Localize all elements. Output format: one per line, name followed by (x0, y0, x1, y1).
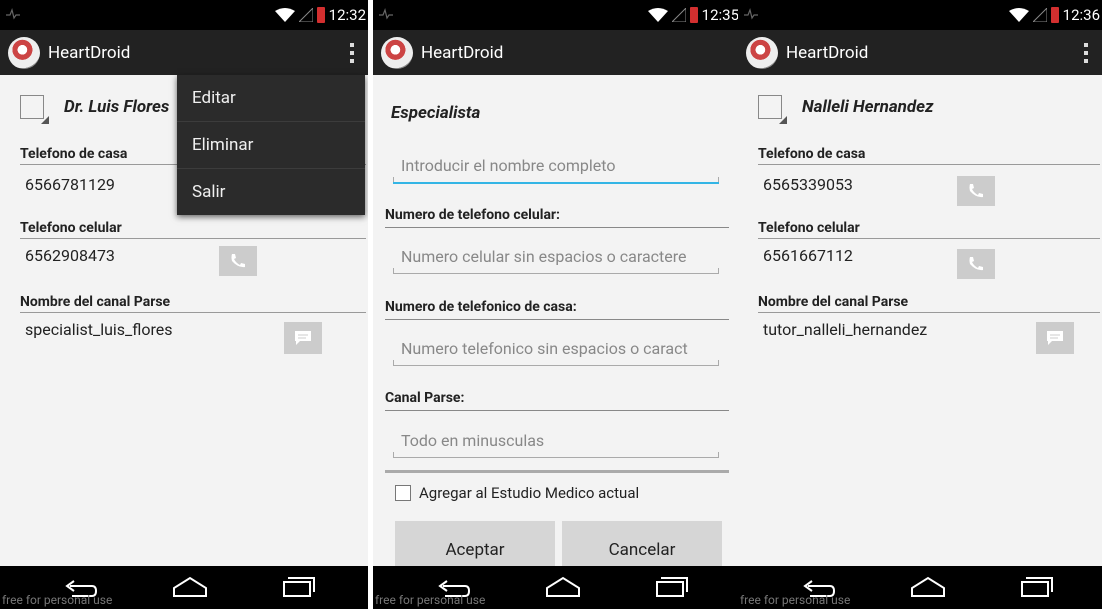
overflow-menu-icon[interactable] (1084, 43, 1088, 63)
home-phone-field-label: Numero de telefonico de casa: (385, 299, 729, 320)
signal-icon (298, 8, 313, 22)
app-title: HeartDroid (421, 42, 504, 63)
wifi-icon (274, 8, 295, 22)
home-phone-value: 6566781129 (25, 175, 115, 194)
phone-icon (231, 254, 245, 268)
contact-header: Nalleli Hernandez (758, 95, 934, 124)
cell-phone-value: 6561667112 (763, 246, 853, 265)
cell-phone-input[interactable]: Numero celular sin espacios o caractere (393, 243, 719, 274)
cancel-button[interactable]: Cancelar (562, 521, 722, 566)
clock: 12:35 (701, 6, 739, 24)
clock: 12:36 (1062, 6, 1100, 24)
recent-apps-icon[interactable] (280, 576, 316, 598)
contact-name: Nalleli Hernandez (802, 97, 934, 117)
app-logo-icon[interactable] (8, 36, 40, 69)
message-button[interactable] (1036, 322, 1074, 354)
overflow-popup-menu: Editar Eliminar Salir (177, 75, 365, 215)
add-to-study-row[interactable]: Agregar al Estudio Medico actual (395, 484, 639, 502)
call-cell-button[interactable] (957, 249, 995, 279)
status-bar: 12:32 (0, 0, 368, 30)
app-title: HeartDroid (48, 42, 131, 63)
cell-phone-field-label: Numero de telefono celular: (385, 207, 729, 228)
channel-input[interactable]: Todo en minusculas (393, 427, 719, 458)
recent-apps-icon[interactable] (653, 576, 689, 598)
wifi-icon (1008, 8, 1029, 22)
channel-value: specialist_luis_flores (25, 320, 173, 339)
add-to-study-checkbox[interactable] (395, 485, 411, 501)
signal-icon (671, 8, 686, 22)
cell-phone-value: 6562908473 (25, 246, 115, 265)
phone-icon (969, 257, 983, 271)
contact-header: Dr. Luis Flores (20, 95, 170, 124)
phone-icon (969, 184, 983, 198)
watermark: free for personal use (375, 593, 486, 607)
home-icon[interactable] (172, 576, 208, 598)
home-phone-input[interactable]: Numero telefonico sin espacios o caract (393, 335, 719, 366)
contact-name: Dr. Luis Flores (64, 97, 170, 117)
call-home-button[interactable] (957, 176, 995, 206)
accept-button[interactable]: Aceptar (395, 521, 555, 566)
battery-icon (689, 7, 698, 23)
call-cell-button[interactable] (219, 246, 257, 276)
status-bar: 12:36 (738, 0, 1102, 30)
image-placeholder-icon (758, 95, 787, 124)
image-placeholder-icon (20, 95, 49, 124)
message-icon (295, 331, 311, 345)
screen-specialist-form: 12:35 HeartDroid Especialista Introducir… (373, 0, 741, 609)
form-title: Especialista (391, 103, 481, 123)
nav-bar: free for personal use (373, 566, 741, 609)
pulse-icon (379, 8, 393, 20)
wifi-icon (647, 8, 668, 22)
form-content: Especialista Introducir el nombre comple… (373, 75, 741, 566)
status-bar: 12:35 (373, 0, 741, 30)
battery-icon (316, 7, 325, 23)
cell-phone-label: Telefono celular (758, 220, 1100, 239)
message-button[interactable] (284, 322, 322, 354)
overflow-menu-icon[interactable] (350, 43, 354, 63)
screen-tutor-detail: 12:36 HeartDroid Nalleli Hernandez Telef… (738, 0, 1102, 609)
home-phone-value: 6565339053 (763, 175, 853, 194)
channel-field-label: Canal Parse: (385, 390, 729, 411)
signal-icon (1032, 8, 1047, 22)
message-icon (1047, 331, 1063, 345)
clock: 12:32 (328, 6, 366, 24)
menu-item-editar[interactable]: Editar (177, 75, 365, 122)
pulse-icon (744, 8, 758, 20)
channel-value: tutor_nalleli_hernandez (763, 320, 928, 339)
home-icon[interactable] (910, 576, 946, 598)
home-phone-label: Telefono de casa (758, 146, 1100, 165)
watermark: free for personal use (2, 593, 113, 607)
action-bar: HeartDroid (738, 30, 1102, 75)
channel-label: Nombre del canal Parse (758, 294, 1100, 313)
screen-specialist-detail: 12:32 HeartDroid Dr. Luis Flores Telefon… (0, 0, 368, 609)
nav-bar: free for personal use (738, 566, 1102, 609)
full-name-input[interactable]: Introducir el nombre completo (393, 152, 719, 184)
cell-phone-label: Telefono celular (20, 220, 366, 239)
channel-label: Nombre del canal Parse (20, 294, 366, 313)
recent-apps-icon[interactable] (1018, 576, 1054, 598)
app-logo-icon[interactable] (746, 36, 778, 69)
home-icon[interactable] (545, 576, 581, 598)
battery-icon (1050, 7, 1059, 23)
menu-item-salir[interactable]: Salir (177, 169, 365, 215)
nav-bar: free for personal use (0, 566, 368, 609)
watermark: free for personal use (740, 593, 851, 607)
action-bar: HeartDroid (373, 30, 741, 75)
app-logo-icon[interactable] (381, 36, 413, 69)
action-bar: HeartDroid (0, 30, 368, 75)
pulse-icon (6, 8, 20, 20)
menu-item-eliminar[interactable]: Eliminar (177, 122, 365, 169)
divider (385, 470, 729, 473)
app-title: HeartDroid (786, 42, 869, 63)
add-to-study-label: Agregar al Estudio Medico actual (419, 484, 640, 502)
detail-content: Nalleli Hernandez Telefono de casa 65653… (738, 75, 1102, 566)
